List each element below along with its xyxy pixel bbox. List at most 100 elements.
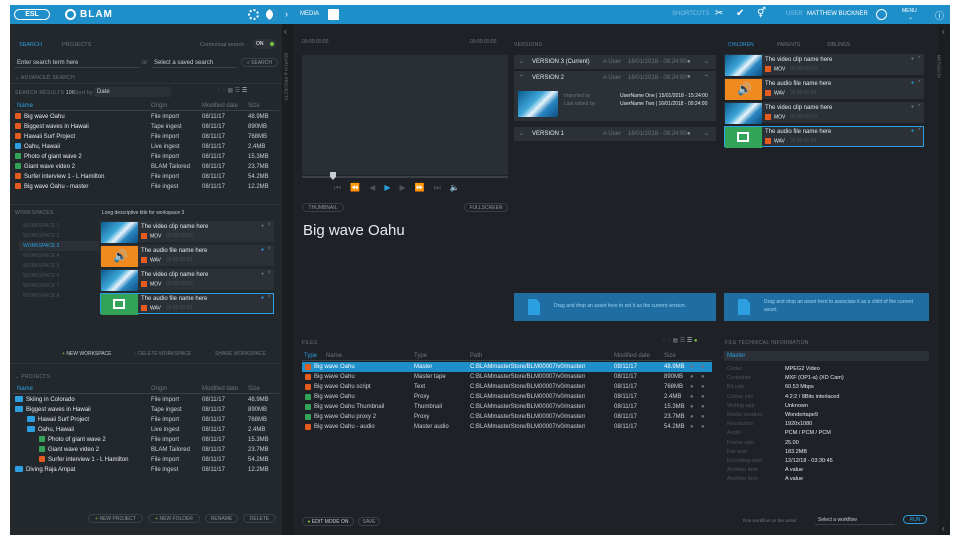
chevron-down-icon[interactable]: ⌄ [704,55,709,69]
media-icon[interactable] [328,9,339,20]
row-action-icon[interactable]: ● [690,362,694,372]
contextual-toggle[interactable]: ON [252,39,277,49]
row-action-icon[interactable]: ● [690,412,694,422]
info-icon[interactable]: ● [687,74,691,80]
workspace-item[interactable]: WORKSPACE 5 [19,261,99,271]
table-row[interactable]: Big wave Oahu File import 08/11/17 48.9MB [14,112,279,122]
close-icon[interactable]: × [917,127,921,133]
asset-card[interactable]: 🔊 The audio file name here WAV 00:00:00:00 ●… [724,78,924,100]
table-row[interactable]: Photo of giant wave 2 File import 08/11/17… [14,152,279,162]
asset-card[interactable]: The video clip name here MOV 00:00:00:00 ● × [724,54,924,76]
rewind-icon[interactable]: ⏪ [350,183,369,192]
asset-card[interactable]: The audio file name here WAV 00:00:00:00 ● × [100,293,274,315]
table-row[interactable]: Big wave Oahu proxy 2 Proxy C:BLAMmasterSt… [302,412,712,422]
chevron-up-icon[interactable]: ⌃ [519,74,524,81]
table-row[interactable]: Big wave Oahu - master File ingest 08/11/1… [14,182,279,192]
sort-select[interactable]: Date [94,87,171,97]
table-row[interactable]: Skiing in Colorado File import 08/11/17 48.… [14,395,279,405]
col-type-icon[interactable]: Type [304,351,317,361]
scissors-icon[interactable]: ✂ [715,8,723,19]
rename-button[interactable]: RENAME [205,514,238,523]
workspace-item[interactable]: WORKSPACE 7 [19,281,99,291]
chevron-down-icon[interactable]: ⌄ [519,55,524,69]
info-icon[interactable]: ● [261,247,264,253]
row-action-icon[interactable]: ● [701,422,705,432]
step-forward-icon[interactable]: ▶ [399,183,414,192]
close-icon[interactable]: × [917,79,921,85]
col-type[interactable]: Type [414,351,427,361]
table-row[interactable]: Surfer interview 1 - L Hamilton File impo… [14,455,279,465]
step-back-icon[interactable]: ◀ [369,183,384,192]
row-action-icon[interactable]: ● [701,362,705,372]
night-mode-icon[interactable] [266,9,277,20]
table-row[interactable]: Giant wave video 2 BLAM Tailored 08/11/17 2… [14,445,279,455]
table-row[interactable]: Diving Raja Ampat File ingest 08/11/17 12.2… [14,465,279,475]
collapse-left-icon[interactable]: ‹ [284,27,287,36]
asset-card[interactable]: The video clip name here MOV 00:00:00:00 ● × [100,269,274,291]
menu-chevron-icon[interactable]: ⌄ [908,14,913,21]
table-row[interactable]: Hawaii Surf Project File import 08/11/17 76… [14,132,279,142]
chevron-right-icon[interactable]: › [285,9,288,19]
table-row[interactable]: Big wave Oahu Thumbnail Thumbnail C:BLAMma… [302,402,712,412]
asset-card[interactable]: The video clip name here MOV 00:00:00:00 ● × [100,221,274,243]
share-workspace-button[interactable]: SHARE WORKSPACE [215,351,266,357]
asset-card[interactable]: The audio file name here WAV 00:00:00:00 ● × [724,126,924,148]
version-drop-zone[interactable]: Drag and drop an asset here to set it as… [514,293,716,321]
close-icon[interactable]: × [267,246,271,252]
info-icon[interactable]: ● [261,271,264,277]
search-button[interactable]: ⌕ SEARCH [241,58,278,67]
row-action-icon[interactable]: ● [690,392,694,402]
row-action-icon[interactable]: ● [701,382,705,392]
gender-icon[interactable]: ⚥ [757,8,766,19]
delete-workspace-button[interactable]: – DELETE WORKSPACE [134,351,191,357]
settings-icon[interactable] [248,9,259,20]
tab-projects[interactable]: PROJECTS [62,42,91,48]
table-row[interactable]: Photo of giant wave 2 File import 08/11/17… [14,435,279,445]
workspace-item[interactable]: WORKSPACE 1 [19,221,99,231]
thumbnail-button[interactable]: THUMBNAIL [302,203,344,212]
child-drop-zone[interactable]: Drag and drop an asset here to associate… [724,293,929,321]
col-name[interactable]: Name [17,384,33,394]
col-origin[interactable]: Origin [151,384,167,394]
esl-logo[interactable]: ESL [14,9,50,20]
row-action-icon[interactable]: ● [701,372,705,382]
chevron-down-icon[interactable]: ⌄ [704,127,709,141]
left-sidebar-strip[interactable]: ‹ SEARCH & PROJECTS [282,24,293,535]
close-icon[interactable]: × [917,55,921,61]
logout-icon[interactable] [876,9,887,20]
skip-start-icon[interactable]: ⏮ [334,183,350,192]
user-name[interactable]: MATTHEW BUCKNER [807,11,868,17]
col-date[interactable]: Modified date [202,384,238,394]
close-icon[interactable]: × [267,222,271,228]
col-date[interactable]: Modified date [614,351,650,361]
chevron-down-icon[interactable]: ⌄ [519,127,524,141]
version-2[interactable]: ⌃ VERSION 2 ⍝ User 16/01/2018 - 09:24:00… [514,71,716,121]
table-row[interactable]: Big wave Oahu script Text C:BLAMmasterStor… [302,382,712,392]
info-icon[interactable]: ● [911,104,914,110]
table-row[interactable]: Oahu, Hawaii Live ingest 08/11/17 2.4MB [14,425,279,435]
expand-right-icon[interactable]: ‹ [942,524,945,533]
saved-search-select[interactable]: Select a saved search [152,58,237,68]
table-row[interactable]: Surfer interview 1 - L Hamilton File impo… [14,172,279,182]
table-row[interactable]: Giant wave video 2 BLAM Tailored 08/11/17 2… [14,162,279,172]
row-action-icon[interactable]: ● [690,422,694,432]
tab-search[interactable]: SEARCH [19,42,42,48]
row-action-icon[interactable]: ● [690,372,694,382]
info-icon[interactable]: ● [261,223,264,229]
chevron-up-icon[interactable]: ⌃ [704,74,709,81]
advanced-search-toggle[interactable]: ⌄ ADVANCED SEARCH [15,75,75,81]
col-origin[interactable]: Origin [151,101,167,111]
play-icon[interactable]: ▶ [384,183,399,192]
workspace-item[interactable]: WORKSPACE 3 [19,241,99,251]
tab-siblings[interactable]: SIBLINGS [827,42,850,48]
table-row[interactable]: Biggest waves in Hawaii Tape ingest 08/11/… [14,122,279,132]
version-3[interactable]: ⌄ VERSION 3 (Current) ⍝ User 16/01/2018 … [514,55,716,69]
col-date[interactable]: Modified date [202,101,238,111]
asset-card[interactable]: The video clip name here MOV 00:00:00:00 ● × [724,102,924,124]
close-icon[interactable]: × [267,294,271,300]
tab-parents[interactable]: PARENTS [777,42,800,48]
save-button[interactable]: SAVE [358,517,380,526]
table-row[interactable]: Big wave Oahu Master tape C:BLAMmasterStor… [302,372,712,382]
new-folder-button[interactable]: + NEW FOLDER [148,514,200,523]
workspace-item[interactable]: WORKSPACE 8 [19,291,99,301]
